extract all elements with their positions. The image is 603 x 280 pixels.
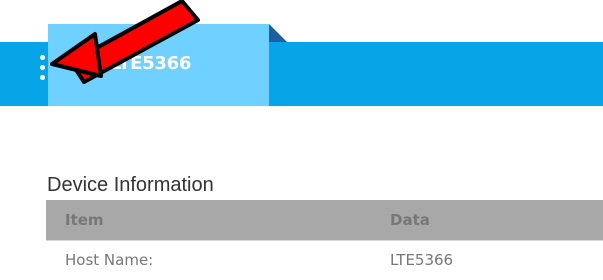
section-title: Device Information [47, 174, 214, 196]
table-row: Host Name: LTE5366 [46, 240, 603, 280]
red-arrow-icon [50, 0, 200, 84]
column-header-data: Data [390, 211, 430, 229]
table-header-row: Item Data [46, 200, 603, 240]
host-name-value: LTE5366 [390, 251, 454, 269]
column-header-item: Item [65, 211, 104, 229]
tab-notch [269, 24, 287, 42]
host-name-label: Host Name: [65, 251, 154, 269]
row-divider [46, 240, 603, 241]
